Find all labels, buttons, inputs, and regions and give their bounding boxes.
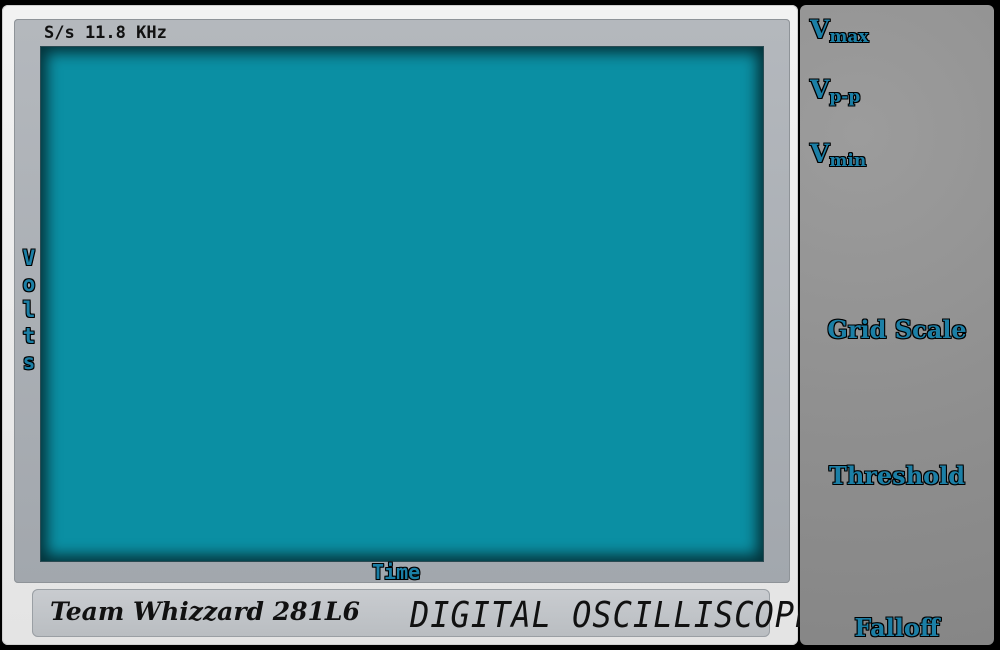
vmin-subscript: min bbox=[829, 151, 867, 171]
grid-scale-control[interactable]: Grid Scale bbox=[797, 315, 997, 344]
sample-rate-readout: S/s 11.8 KHz bbox=[44, 23, 167, 43]
y-axis-label-char: o bbox=[22, 272, 36, 296]
y-axis-label-char: l bbox=[22, 298, 36, 322]
team-name: Team Whizzard 281L6 bbox=[50, 597, 360, 626]
y-axis-label-char: V bbox=[22, 246, 36, 270]
control-panel: Vmax Vp-p Vmin Grid Scale Threshold Fall… bbox=[800, 5, 994, 645]
oscilloscope-app: S/s 11.8 KHz V o l t s Time Team Whizzar… bbox=[0, 0, 1000, 650]
y-axis-label-char: t bbox=[22, 324, 36, 348]
vmin-symbol: V bbox=[810, 139, 830, 168]
y-axis-label-char: s bbox=[22, 350, 36, 374]
y-axis-label: V o l t s bbox=[17, 245, 41, 375]
waveform-display[interactable] bbox=[41, 47, 763, 561]
screen-bezel: S/s 11.8 KHz V o l t s Time bbox=[14, 19, 790, 584]
vpp-readout: Vp-p bbox=[810, 75, 860, 107]
falloff-control[interactable]: Falloff bbox=[800, 613, 994, 642]
vmax-readout: Vmax bbox=[810, 15, 869, 47]
scope-body: S/s 11.8 KHz V o l t s Time Team Whizzar… bbox=[2, 5, 814, 645]
vmax-symbol: V bbox=[810, 15, 830, 44]
x-axis-label: Time bbox=[372, 560, 421, 584]
vmin-readout: Vmin bbox=[810, 139, 866, 171]
threshold-control[interactable]: Threshold bbox=[800, 461, 994, 490]
vmax-subscript: max bbox=[829, 27, 869, 47]
product-title: DIGITAL OSCILLISCOPE bbox=[410, 594, 816, 636]
vpp-symbol: V bbox=[810, 75, 830, 104]
vpp-subscript: p-p bbox=[829, 87, 861, 107]
nameplate: Team Whizzard 281L6 DIGITAL OSCILLISCOPE bbox=[32, 589, 814, 637]
